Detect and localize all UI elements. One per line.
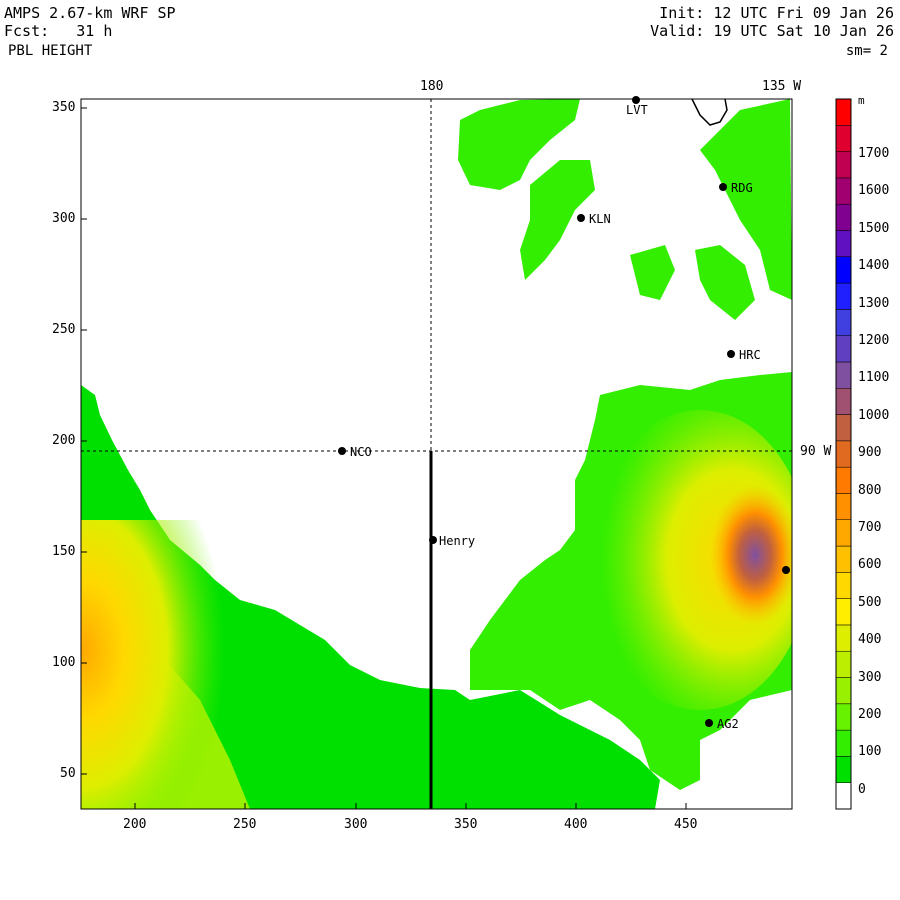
colorbar-segment	[835, 203, 852, 231]
colorbar-segment	[835, 388, 852, 415]
station-label-kln: KLN	[589, 212, 611, 226]
sw-warm-area	[81, 520, 261, 809]
colorbar-label: 700	[858, 520, 882, 535]
station-label-henry: Henry	[439, 534, 475, 548]
y-tick: 200	[52, 433, 76, 448]
station-label-nco: NCO	[350, 445, 372, 459]
colorbar-label: 1000	[858, 407, 890, 423]
colorbar-segment	[835, 440, 852, 468]
colorbar-label: 800	[858, 482, 882, 498]
colorbar-segment	[835, 98, 852, 126]
meridian-label-90w: 90 W	[800, 444, 832, 459]
y-tick: 350	[52, 100, 76, 115]
colorbar-segment	[835, 677, 852, 705]
station-dot-rdg	[719, 183, 727, 191]
colorbar-segment	[835, 466, 852, 494]
colorbar-label: 1500	[858, 220, 890, 236]
colorbar-label: 100	[858, 744, 882, 760]
colorbar-segment	[835, 414, 852, 442]
x-tick: 200	[123, 817, 147, 832]
colorbar-segment	[835, 729, 852, 757]
station-dot-henry	[429, 536, 437, 544]
station-dot-hrc	[727, 350, 735, 358]
station-dot-east-edge	[782, 566, 790, 574]
station-dot-nco	[338, 447, 346, 455]
colorbar-label: 400	[858, 632, 882, 648]
colorbar-segment	[835, 335, 852, 363]
colorbar-segment	[835, 125, 852, 152]
x-tick: 450	[674, 817, 698, 832]
station-label-ag2: AG2	[717, 717, 739, 731]
colorbar-unit: m	[858, 94, 865, 107]
colorbar-segment	[835, 545, 852, 573]
station-label-hrc: HRC	[739, 348, 761, 362]
x-tick: 400	[564, 817, 588, 832]
y-tick: 50	[60, 766, 76, 781]
meridian-label-180: 180	[420, 79, 444, 94]
colorbar-label: 300	[858, 669, 882, 685]
pbl-height-map: LVT RDG KLN HRC NCO Henry AG2	[80, 96, 852, 810]
colorbar-segment	[835, 650, 852, 678]
y-tick: 300	[52, 211, 76, 226]
colorbar-label: 1300	[858, 295, 890, 311]
x-tick: 300	[344, 817, 368, 832]
colorbar-label: 900	[858, 445, 882, 461]
colorbar-segment	[835, 230, 852, 258]
colorbar-label: 600	[858, 557, 882, 573]
colorbar-segment	[835, 256, 852, 284]
station-label-rdg: RDG	[731, 181, 753, 195]
colorbar-label: 0	[858, 781, 866, 797]
colorbar-label: 200	[858, 707, 882, 722]
y-tick: 100	[52, 655, 76, 670]
colorbar-label: 1700	[858, 146, 890, 161]
colorbar-label: 1200	[858, 333, 890, 348]
station-dot-ag2	[705, 719, 713, 727]
colorbar-segment	[835, 756, 852, 783]
colorbar-segment	[835, 282, 852, 310]
colorbar-segment	[835, 519, 852, 547]
meridian-label-135w: 135 W	[762, 79, 802, 94]
colorbar-label: 1600	[858, 183, 890, 199]
colorbar-segment	[835, 177, 852, 205]
colorbar-segment	[835, 782, 852, 810]
station-label-lvt: LVT	[626, 103, 648, 117]
colorbar-segment	[835, 309, 852, 336]
x-tick: 350	[454, 817, 478, 832]
y-tick: 150	[52, 544, 76, 559]
colorbar-segment	[835, 572, 852, 599]
colorbar	[835, 98, 852, 810]
colorbar-segment	[835, 598, 852, 626]
x-tick: 250	[233, 817, 257, 832]
colorbar-label: 1400	[858, 258, 890, 274]
orange-high-area	[710, 485, 792, 625]
colorbar-segment	[835, 493, 852, 520]
colorbar-segment	[835, 361, 852, 389]
colorbar-segment	[835, 151, 852, 179]
colorbar-label: 500	[858, 594, 882, 610]
colorbar-segment	[835, 703, 852, 731]
colorbar-label: 1100	[858, 370, 890, 386]
station-dot-kln	[577, 214, 585, 222]
y-tick: 250	[52, 322, 76, 337]
colorbar-segment	[835, 624, 852, 652]
